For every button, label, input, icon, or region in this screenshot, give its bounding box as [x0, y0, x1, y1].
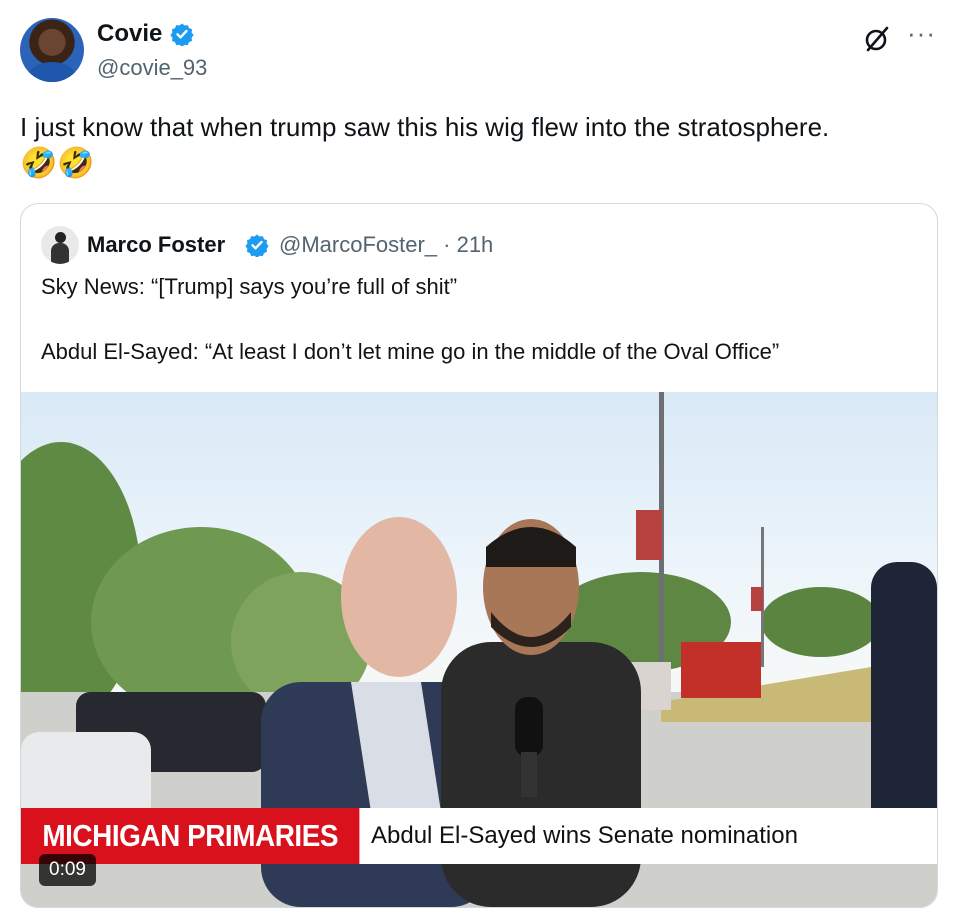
more-icon[interactable]: ··· [907, 18, 936, 49]
author-name[interactable]: Covie [97, 20, 162, 48]
news-lower-third: MICHIGAN PRIMARIES Abdul El-Sayed wins S… [21, 808, 937, 864]
quoted-text-line-2: Abdul El-Sayed: “At least I don’t let mi… [41, 339, 780, 364]
quoted-tweet[interactable]: Marco Foster @MarcoFoster_ · 21h Sky New… [20, 203, 938, 908]
quoted-author-handle-time[interactable]: @MarcoFoster_ · 21h [279, 232, 493, 258]
verified-badge-icon [245, 234, 269, 257]
author-handle[interactable]: @covie_93 [97, 55, 207, 81]
quoted-text-line-1: Sky News: “[Trump] says you’re full of s… [41, 274, 458, 299]
quoted-author-avatar[interactable] [41, 226, 79, 264]
grok-icon[interactable] [862, 24, 892, 54]
author-avatar[interactable] [20, 18, 84, 82]
quoted-author-name[interactable]: Marco Foster [87, 232, 225, 258]
video-player[interactable]: MICHIGAN PRIMARIES Abdul El-Sayed wins S… [21, 392, 937, 907]
tweet-text: I just know that when trump saw this his… [20, 112, 830, 142]
verified-badge-icon [170, 23, 194, 46]
news-banner-text: Abdul El-Sayed wins Senate nomination [371, 822, 798, 849]
video-duration: 0:09 [39, 854, 96, 886]
tweet-emoji: 🤣🤣 [20, 147, 95, 180]
